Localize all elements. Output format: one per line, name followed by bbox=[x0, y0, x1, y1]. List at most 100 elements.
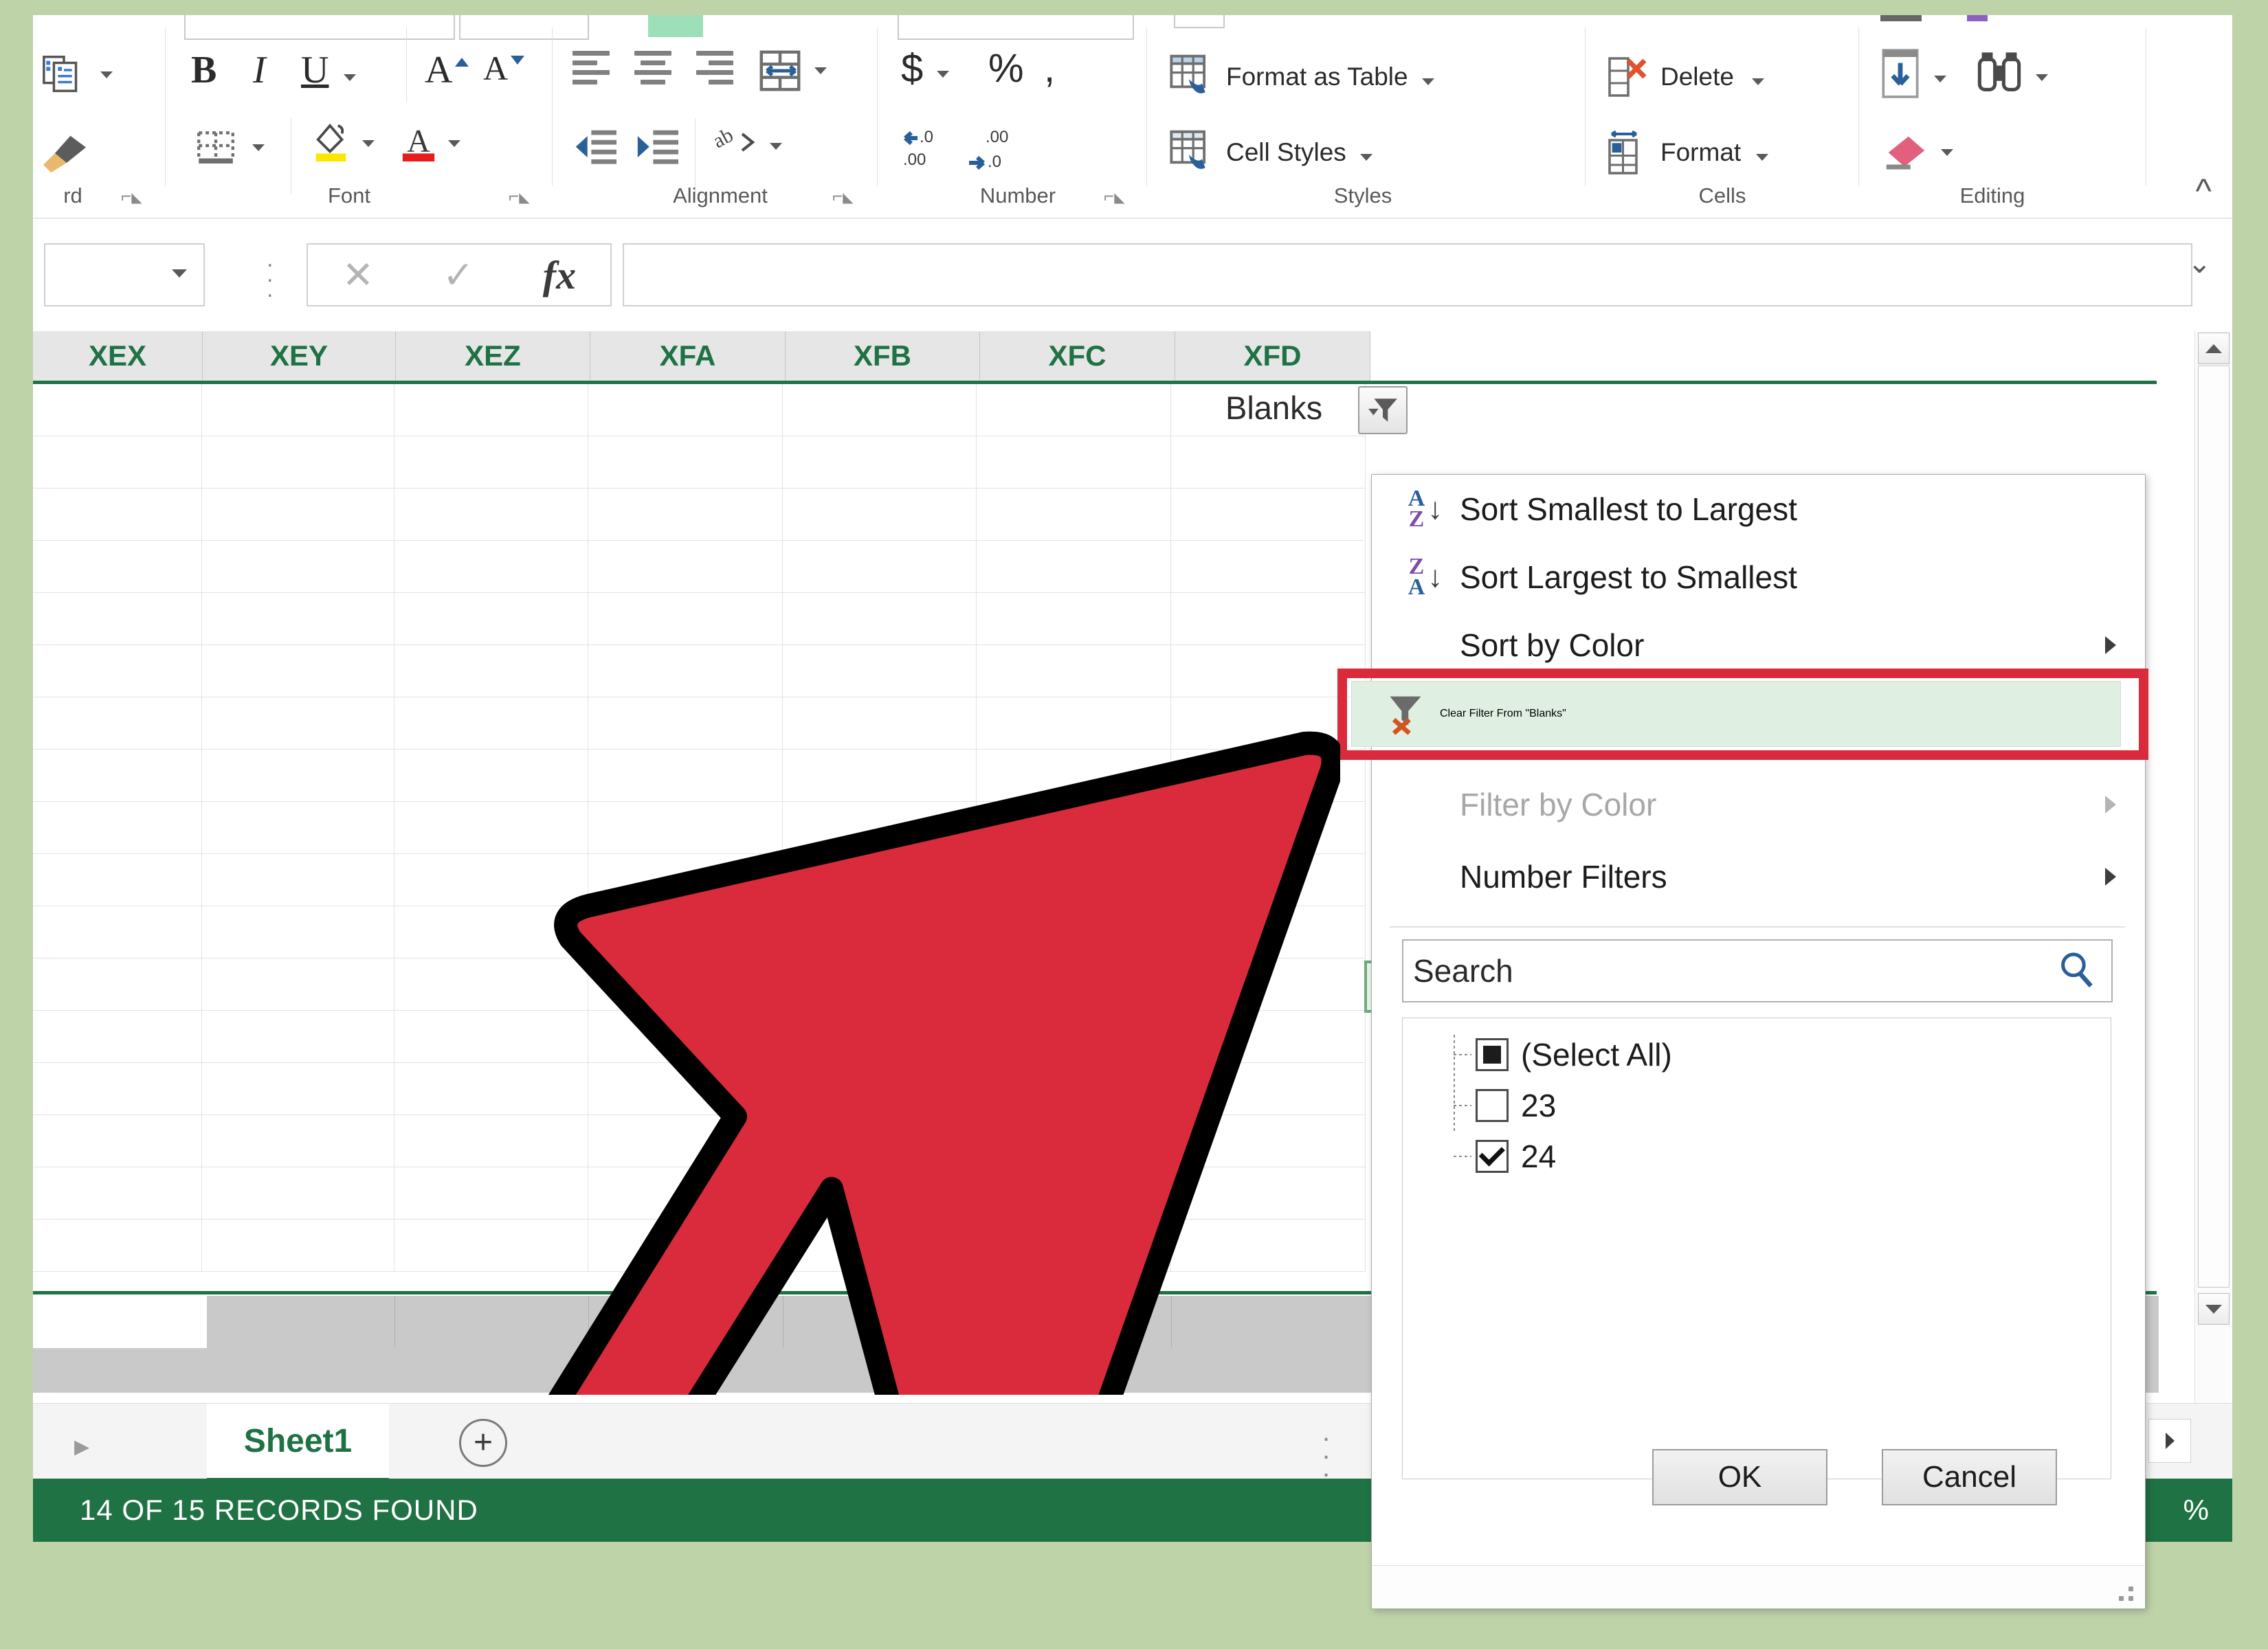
bold-button[interactable]: B bbox=[191, 48, 216, 92]
name-box[interactable] bbox=[44, 243, 205, 306]
sheet-tab-sheet1[interactable]: Sheet1 bbox=[207, 1404, 389, 1482]
list-item-23[interactable]: 23 bbox=[1403, 1083, 2111, 1128]
grid-cell[interactable] bbox=[394, 436, 588, 489]
grid-cell[interactable] bbox=[588, 593, 783, 645]
grid-cell[interactable] bbox=[202, 697, 394, 750]
number-format-box[interactable] bbox=[898, 15, 1134, 40]
grid-cell[interactable] bbox=[33, 1063, 202, 1115]
cancel-button[interactable]: Cancel bbox=[1882, 1449, 2057, 1505]
align-center-button[interactable] bbox=[634, 51, 671, 89]
font-name-box[interactable] bbox=[184, 15, 455, 40]
add-sheet-button[interactable]: + bbox=[459, 1419, 507, 1467]
grid-cell[interactable] bbox=[1171, 645, 1366, 697]
grid-cell[interactable] bbox=[783, 645, 977, 697]
grid-cell[interactable] bbox=[33, 697, 202, 750]
percent-style-button[interactable]: % bbox=[988, 45, 1024, 91]
increase-font-size-button[interactable]: A bbox=[425, 48, 469, 92]
enter-formula-icon[interactable]: ✓ bbox=[443, 253, 474, 297]
clear-button[interactable] bbox=[1880, 133, 1953, 172]
checkbox-23[interactable] bbox=[1476, 1089, 1509, 1122]
scroll-up-button[interactable] bbox=[2198, 333, 2230, 364]
grid-cell[interactable] bbox=[977, 593, 1171, 645]
grid-cell[interactable] bbox=[33, 436, 202, 489]
grid-cell[interactable] bbox=[588, 541, 783, 593]
checkbox-24[interactable] bbox=[1476, 1140, 1509, 1173]
format-cells-button[interactable]: Format bbox=[1605, 128, 1769, 177]
grid-cell[interactable] bbox=[33, 1115, 202, 1167]
decrease-decimal-button[interactable]: .0 .00 bbox=[899, 124, 948, 177]
grid-cell[interactable] bbox=[33, 854, 202, 906]
grid-cell[interactable] bbox=[977, 645, 1171, 697]
grid-cell[interactable] bbox=[202, 1220, 394, 1272]
grid-cell[interactable] bbox=[202, 436, 394, 489]
insert-function-icon[interactable]: fx bbox=[543, 252, 576, 298]
grid-cell[interactable] bbox=[33, 645, 202, 697]
grid-cell[interactable] bbox=[1171, 593, 1366, 645]
cancel-formula-icon[interactable]: ✕ bbox=[342, 253, 374, 297]
list-item-select-all[interactable]: (Select All) bbox=[1403, 1032, 2111, 1077]
grid-cell[interactable] bbox=[783, 593, 977, 645]
grid-cell[interactable] bbox=[783, 384, 977, 436]
grid-cell[interactable] bbox=[202, 802, 394, 854]
vertical-scroll-thumb[interactable] bbox=[2198, 366, 2230, 1288]
decrease-indent-button[interactable] bbox=[574, 128, 616, 167]
grid-cell[interactable] bbox=[394, 645, 588, 697]
grid-cell[interactable] bbox=[202, 958, 394, 1011]
formula-bar-options[interactable]: ... bbox=[267, 247, 273, 301]
tab-split-handle[interactable]: ... bbox=[1322, 1418, 1330, 1481]
grid-cell[interactable] bbox=[202, 1115, 394, 1167]
grid-cell[interactable] bbox=[783, 541, 977, 593]
scroll-down-button[interactable] bbox=[2198, 1293, 2230, 1325]
grid-cell[interactable] bbox=[202, 906, 394, 958]
column-header-xez[interactable]: XEZ bbox=[396, 331, 590, 381]
grid-cell[interactable] bbox=[202, 384, 394, 436]
grid-cell[interactable] bbox=[33, 1011, 202, 1063]
number-dialog-launcher[interactable]: ⌐◣ bbox=[1104, 186, 1125, 207]
font-color-button[interactable]: A bbox=[399, 122, 460, 165]
clipboard-dialog-launcher[interactable]: ⌐◣ bbox=[121, 186, 142, 207]
filter-value-list[interactable]: (Select All) 23 24 bbox=[1402, 1018, 2111, 1479]
cell-styles-button[interactable]: Cell Styles bbox=[1167, 128, 1372, 177]
hscroll-right-button[interactable] bbox=[2148, 1419, 2191, 1463]
decrease-font-size-button[interactable]: A bbox=[483, 48, 525, 88]
grid-cell[interactable] bbox=[1171, 436, 1366, 489]
grid-cell[interactable] bbox=[394, 489, 588, 541]
grid-cell[interactable] bbox=[202, 1011, 394, 1063]
grid-cell[interactable] bbox=[33, 958, 202, 1011]
grid-cell[interactable] bbox=[202, 1167, 394, 1220]
column-header-xex[interactable]: XEX bbox=[33, 331, 203, 381]
grid-cell[interactable] bbox=[394, 541, 588, 593]
menu-item-number-filters[interactable]: Number Filters bbox=[1372, 842, 2145, 910]
grid-cell[interactable] bbox=[588, 436, 783, 489]
fill-color-button[interactable] bbox=[311, 122, 375, 165]
align-middle-button[interactable] bbox=[707, 15, 755, 29]
fill-button[interactable] bbox=[1879, 48, 1946, 99]
align-top-button[interactable] bbox=[648, 15, 703, 37]
grid-cell[interactable] bbox=[33, 906, 202, 958]
grid-cell[interactable] bbox=[1171, 541, 1366, 593]
grid-cell[interactable] bbox=[588, 489, 783, 541]
font-dialog-launcher[interactable]: ⌐◣ bbox=[509, 186, 530, 207]
grid-cell[interactable] bbox=[33, 489, 202, 541]
grid-cell[interactable] bbox=[588, 384, 783, 436]
sheet-nav-right-button[interactable]: ▸ bbox=[74, 1428, 89, 1463]
grid-cell[interactable] bbox=[1171, 489, 1366, 541]
column-header-xey[interactable]: XEY bbox=[203, 331, 396, 381]
insert-cells-button[interactable] bbox=[1605, 15, 1647, 25]
filter-search-input[interactable]: Search bbox=[1402, 939, 2113, 1002]
grid-cell[interactable] bbox=[202, 750, 394, 802]
column-header-xfb[interactable]: XFB bbox=[786, 331, 980, 381]
align-right-button[interactable] bbox=[696, 51, 733, 89]
formula-input[interactable] bbox=[623, 243, 2192, 306]
grid-cell[interactable] bbox=[202, 645, 394, 697]
grid-cell[interactable] bbox=[33, 593, 202, 645]
grid-cell[interactable] bbox=[33, 1167, 202, 1220]
grid-cell[interactable] bbox=[33, 750, 202, 802]
grid-cell[interactable] bbox=[394, 593, 588, 645]
grid-cell[interactable] bbox=[394, 384, 588, 436]
find-select-button[interactable] bbox=[1975, 48, 2048, 96]
menu-item-sort-smallest-to-largest[interactable]: AZ ↓ Sort Smallest to Largest bbox=[1372, 475, 2145, 543]
italic-button[interactable]: I bbox=[253, 48, 266, 92]
merge-center-button[interactable] bbox=[758, 48, 827, 93]
grid-cell[interactable] bbox=[202, 1063, 394, 1115]
